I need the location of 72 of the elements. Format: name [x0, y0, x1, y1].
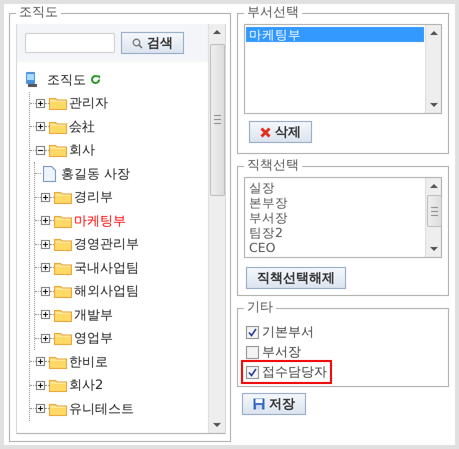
clear-button[interactable]: 직책선택해제 — [246, 267, 346, 289]
folder-icon — [49, 402, 67, 416]
list-option[interactable]: 팀장2 — [246, 225, 424, 240]
expand-toggle[interactable] — [41, 216, 50, 226]
delete-icon — [260, 126, 271, 138]
expand-toggle[interactable] — [36, 404, 45, 414]
refresh-icon[interactable] — [90, 74, 101, 86]
group-legend: 부서선택 — [244, 5, 302, 21]
tree-item[interactable]: 한비로 — [69, 352, 108, 371]
expand-toggle[interactable] — [41, 240, 50, 249]
group-legend: 조직도 — [16, 5, 61, 21]
check-icon — [248, 328, 257, 336]
checkbox[interactable] — [246, 366, 259, 378]
expand-toggle[interactable] — [41, 263, 50, 272]
checkbox[interactable] — [246, 346, 259, 358]
folder-icon — [49, 143, 67, 158]
list-option[interactable]: CEO — [246, 240, 424, 255]
tree-item[interactable]: 경영관리부 — [74, 235, 139, 254]
tree-item[interactable]: 경리부 — [74, 188, 113, 206]
delete-button[interactable]: 삭제 — [249, 121, 312, 143]
checkbox-label: 접수담당자 — [262, 364, 327, 381]
search-icon — [132, 38, 143, 48]
tree-item[interactable]: 개발부 — [74, 306, 113, 324]
checkbox-label: 부서장 — [262, 344, 301, 361]
folder-icon — [54, 190, 72, 204]
folder-icon — [54, 260, 72, 275]
tree-item[interactable]: 마케팅부 — [74, 212, 126, 230]
checkbox-label: 기본부서 — [262, 324, 314, 341]
folder-icon — [54, 331, 72, 346]
expand-toggle[interactable] — [36, 122, 45, 132]
list-option[interactable]: 부서장 — [246, 210, 424, 225]
expand-toggle[interactable] — [36, 146, 45, 155]
tree-item[interactable]: 会社 — [69, 118, 95, 136]
search-field[interactable] — [25, 33, 115, 53]
expand-toggle[interactable] — [36, 98, 45, 108]
check-icon — [248, 368, 257, 376]
expand-toggle[interactable] — [41, 334, 50, 343]
search-button[interactable]: 검색 — [121, 32, 184, 54]
group-legend: 기타 — [244, 300, 276, 316]
tree-item[interactable]: 해외사업팀 — [74, 282, 139, 300]
folder-icon — [49, 96, 67, 110]
list-option[interactable]: 본부장 — [246, 195, 424, 210]
checkbox[interactable] — [246, 326, 259, 338]
folder-icon — [49, 378, 67, 392]
tree-item[interactable]: 회사 — [69, 141, 95, 160]
expand-toggle[interactable] — [41, 286, 50, 296]
tree-item[interactable]: 유니테스트 — [69, 400, 134, 418]
tree-item[interactable]: 관리자 — [69, 94, 108, 112]
tree-item[interactable]: 영업부 — [74, 329, 113, 348]
scrollbar[interactable] — [425, 178, 441, 257]
folder-icon — [54, 284, 72, 298]
folder-icon — [54, 237, 72, 252]
expand-toggle[interactable] — [36, 380, 45, 390]
folder-icon — [54, 214, 72, 228]
expand-toggle[interactable] — [41, 192, 50, 202]
folder-icon — [49, 120, 67, 134]
folder-icon — [49, 354, 67, 369]
save-button[interactable]: 저장 — [242, 393, 306, 415]
scrollbar[interactable] — [208, 24, 225, 433]
computer-icon — [25, 71, 39, 88]
folder-icon — [54, 308, 72, 322]
expand-toggle[interactable] — [36, 357, 45, 366]
group-legend: 직책선택 — [244, 158, 302, 174]
document-icon — [43, 166, 56, 182]
tree-item[interactable]: 홍길동 사장 — [61, 164, 130, 183]
tree-item[interactable]: 국내사업팀 — [74, 258, 139, 277]
list-option[interactable]: 실장 — [246, 180, 424, 195]
save-icon — [253, 398, 265, 410]
tree-item[interactable]: 조직도 — [47, 70, 86, 89]
tree-item[interactable]: 회사2 — [69, 376, 104, 394]
scrollbar[interactable] — [425, 25, 441, 113]
expand-toggle[interactable] — [41, 310, 50, 320]
